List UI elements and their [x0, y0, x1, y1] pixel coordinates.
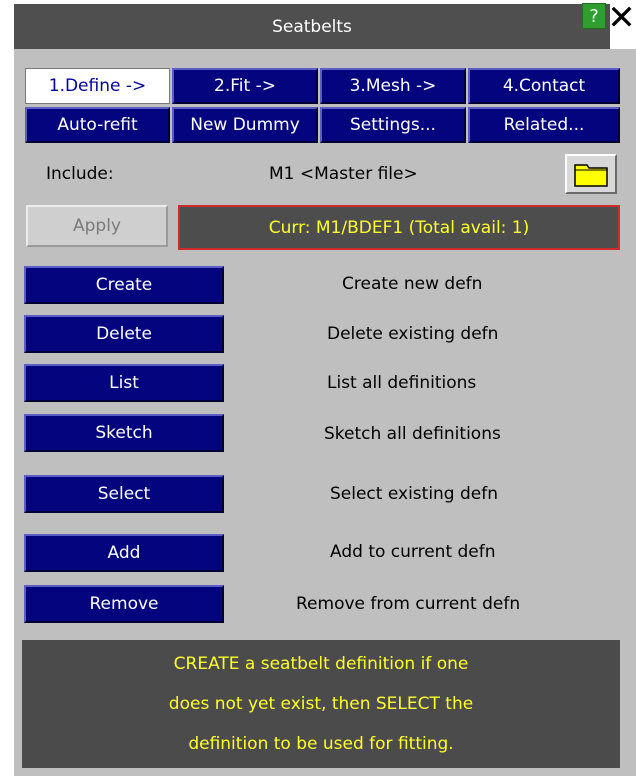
new-dummy-button[interactable]: New Dummy: [172, 107, 318, 143]
tab-fit-label: 2.Fit ->: [214, 76, 276, 96]
auto-refit-label: Auto-refit: [57, 115, 138, 135]
tab-fit[interactable]: 2.Fit ->: [172, 68, 318, 104]
info-line-1: CREATE a seatbelt definition if one: [173, 654, 469, 674]
delete-description: Delete existing defn: [327, 324, 499, 344]
sketch-button[interactable]: Sketch: [24, 414, 224, 452]
tab-contact[interactable]: 4.Contact: [468, 68, 620, 104]
create-label: Create: [95, 275, 153, 295]
info-line-2: does not yet exist, then SELECT the: [168, 694, 474, 714]
tab-contact-label: 4.Contact: [502, 76, 586, 96]
remove-label: Remove: [89, 594, 159, 614]
tab-mesh-label: 3.Mesh ->: [349, 76, 437, 96]
window-title: Seatbelts: [272, 16, 352, 37]
info-box: CREATE a seatbelt definition if one does…: [22, 640, 620, 768]
tab-mesh[interactable]: 3.Mesh ->: [320, 68, 466, 104]
close-icon[interactable]: ✕: [607, 0, 636, 36]
include-value: M1 <Master file>: [269, 164, 418, 184]
help-icon: ?: [589, 5, 599, 27]
include-label: Include:: [46, 164, 114, 184]
add-button[interactable]: Add: [24, 534, 224, 572]
list-button[interactable]: List: [24, 364, 224, 402]
sketch-description: Sketch all definitions: [324, 424, 501, 444]
add-description: Add to current defn: [330, 542, 496, 562]
remove-description: Remove from current defn: [296, 594, 521, 614]
current-definition-text: Curr: M1/BDEF1 (Total avail: 1): [268, 217, 530, 238]
remove-button[interactable]: Remove: [24, 585, 224, 623]
settings-button[interactable]: Settings...: [320, 107, 466, 143]
delete-label: Delete: [96, 324, 152, 344]
apply-button[interactable]: Apply: [26, 205, 168, 247]
select-description: Select existing defn: [330, 484, 499, 504]
new-dummy-label: New Dummy: [190, 115, 300, 135]
add-label: Add: [107, 543, 141, 563]
delete-button[interactable]: Delete: [24, 315, 224, 353]
list-label: List: [109, 373, 139, 393]
tab-define[interactable]: 1.Define ->: [25, 68, 170, 104]
settings-label: Settings...: [350, 115, 436, 135]
related-button[interactable]: Related...: [468, 107, 620, 143]
select-label: Select: [97, 484, 151, 504]
create-description: Create new defn: [342, 274, 483, 294]
select-button[interactable]: Select: [24, 475, 224, 513]
current-definition-display: Curr: M1/BDEF1 (Total avail: 1): [178, 205, 620, 250]
apply-label: Apply: [73, 216, 121, 236]
sketch-label: Sketch: [95, 423, 153, 443]
info-line-3: definition to be used for fitting.: [188, 734, 454, 754]
list-description: List all definitions: [327, 373, 477, 393]
tab-define-label: 1.Define ->: [48, 76, 147, 96]
related-label: Related...: [503, 115, 585, 135]
create-button[interactable]: Create: [24, 266, 224, 304]
title-bar: Seatbelts: [14, 4, 610, 49]
auto-refit-button[interactable]: Auto-refit: [25, 107, 170, 143]
help-button[interactable]: ?: [582, 3, 606, 29]
folder-button[interactable]: [565, 154, 617, 194]
folder-icon: [574, 164, 608, 187]
seatbelts-panel: Seatbelts ? ✕ 1.Define -> 2.Fit -> 3.Mes…: [0, 0, 636, 776]
